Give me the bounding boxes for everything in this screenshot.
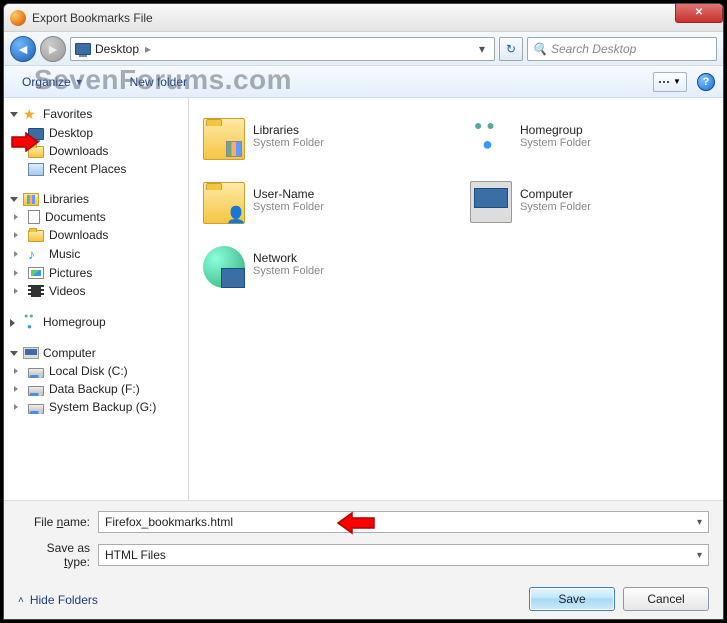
refresh-button[interactable]: ↻ bbox=[499, 37, 523, 61]
sidebar: ★Favorites Desktop Downloads Recent Plac… bbox=[4, 98, 189, 500]
search-input[interactable]: 🔍 Search Desktop bbox=[527, 37, 717, 61]
chevron-down-icon: ▼ bbox=[75, 77, 84, 87]
sidebar-item-system-backup-g[interactable]: System Backup (G:) bbox=[8, 398, 188, 416]
save-button[interactable]: Save bbox=[529, 587, 615, 611]
item-network[interactable]: NetworkSystem Folder bbox=[199, 236, 446, 292]
sidebar-item-recent-places[interactable]: Recent Places bbox=[8, 160, 188, 178]
search-icon: 🔍 bbox=[532, 42, 547, 56]
sidebar-item-desktop[interactable]: Desktop bbox=[8, 124, 188, 142]
homegroup-icon bbox=[470, 115, 512, 157]
view-options-button[interactable]: ▼ bbox=[653, 72, 687, 92]
drive-icon bbox=[28, 368, 44, 378]
breadcrumb-desktop[interactable]: Desktop bbox=[95, 42, 139, 56]
user-folder-icon bbox=[203, 182, 245, 224]
document-icon bbox=[28, 210, 40, 224]
sidebar-item-music[interactable]: ♪Music bbox=[8, 244, 188, 264]
recent-icon bbox=[28, 163, 44, 176]
sidebar-libraries-header[interactable]: Libraries bbox=[8, 190, 188, 208]
sidebar-item-data-backup-f[interactable]: Data Backup (F:) bbox=[8, 380, 188, 398]
back-button[interactable]: ◄ bbox=[10, 36, 36, 62]
network-icon bbox=[203, 246, 245, 288]
titlebar: Export Bookmarks File ✕ bbox=[4, 4, 723, 32]
star-icon: ★ bbox=[23, 106, 39, 122]
sidebar-item-lib-downloads[interactable]: Downloads bbox=[8, 226, 188, 244]
desktop-icon bbox=[75, 43, 91, 55]
sidebar-item-downloads[interactable]: Downloads bbox=[8, 142, 188, 160]
filename-label: File name: bbox=[18, 515, 98, 529]
window-title: Export Bookmarks File bbox=[32, 11, 153, 25]
item-libraries[interactable]: LibrariesSystem Folder bbox=[199, 108, 446, 164]
toolbar: Organize ▼ New folder ▼ ? SevenForums.co… bbox=[4, 66, 723, 98]
sidebar-item-local-disk-c[interactable]: Local Disk (C:) bbox=[8, 362, 188, 380]
export-bookmarks-dialog: Export Bookmarks File ✕ ◄ ► Desktop ▸ ▾ … bbox=[3, 3, 724, 620]
sidebar-item-pictures[interactable]: Pictures bbox=[8, 264, 188, 282]
firefox-icon bbox=[10, 10, 26, 26]
computer-icon bbox=[23, 347, 39, 359]
item-homegroup[interactable]: HomegroupSystem Folder bbox=[466, 108, 713, 164]
item-computer[interactable]: ComputerSystem Folder bbox=[466, 172, 713, 228]
computer-icon bbox=[470, 181, 512, 223]
drive-icon bbox=[28, 386, 44, 396]
hide-folders-button[interactable]: ˄ Hide Folders bbox=[18, 593, 98, 607]
libraries-folder-icon bbox=[203, 118, 245, 160]
forward-button[interactable]: ► bbox=[40, 36, 66, 62]
libraries-icon bbox=[23, 193, 39, 206]
sidebar-computer-header[interactable]: Computer bbox=[8, 344, 188, 362]
sidebar-item-videos[interactable]: Videos bbox=[8, 282, 188, 300]
help-button[interactable]: ? bbox=[697, 73, 715, 91]
drive-icon bbox=[28, 404, 44, 414]
desktop-icon bbox=[28, 128, 44, 140]
savetype-label: Save as type: bbox=[18, 541, 98, 569]
chevron-right-icon[interactable]: ▸ bbox=[143, 42, 153, 56]
address-dropdown[interactable]: ▾ bbox=[474, 42, 490, 56]
savetype-select[interactable]: HTML Files bbox=[98, 544, 709, 566]
file-list[interactable]: LibrariesSystem Folder HomegroupSystem F… bbox=[189, 98, 723, 500]
window-controls: ✕ bbox=[676, 3, 723, 23]
cancel-button[interactable]: Cancel bbox=[623, 587, 709, 611]
nav-bar: ◄ ► Desktop ▸ ▾ ↻ 🔍 Search Desktop bbox=[4, 32, 723, 66]
bottom-panel: File name: Firefox_bookmarks.html Save a… bbox=[4, 500, 723, 619]
close-button[interactable]: ✕ bbox=[675, 3, 723, 23]
pictures-icon bbox=[28, 267, 44, 279]
chevron-up-icon: ˄ bbox=[18, 595, 24, 606]
homegroup-icon bbox=[23, 314, 39, 330]
filename-input[interactable]: Firefox_bookmarks.html bbox=[98, 511, 709, 533]
organize-button[interactable]: Organize ▼ bbox=[14, 71, 92, 93]
sidebar-homegroup-header[interactable]: Homegroup bbox=[8, 312, 188, 332]
item-user[interactable]: User-NameSystem Folder bbox=[199, 172, 446, 228]
folder-icon bbox=[28, 230, 44, 242]
sidebar-item-documents[interactable]: Documents bbox=[8, 208, 188, 226]
sidebar-favorites-header[interactable]: ★Favorites bbox=[8, 104, 188, 124]
search-placeholder: Search Desktop bbox=[551, 42, 636, 56]
address-bar[interactable]: Desktop ▸ ▾ bbox=[70, 37, 495, 61]
folder-icon bbox=[28, 146, 44, 158]
new-folder-button[interactable]: New folder bbox=[122, 71, 195, 93]
music-icon: ♪ bbox=[28, 246, 44, 262]
videos-icon bbox=[28, 285, 44, 297]
